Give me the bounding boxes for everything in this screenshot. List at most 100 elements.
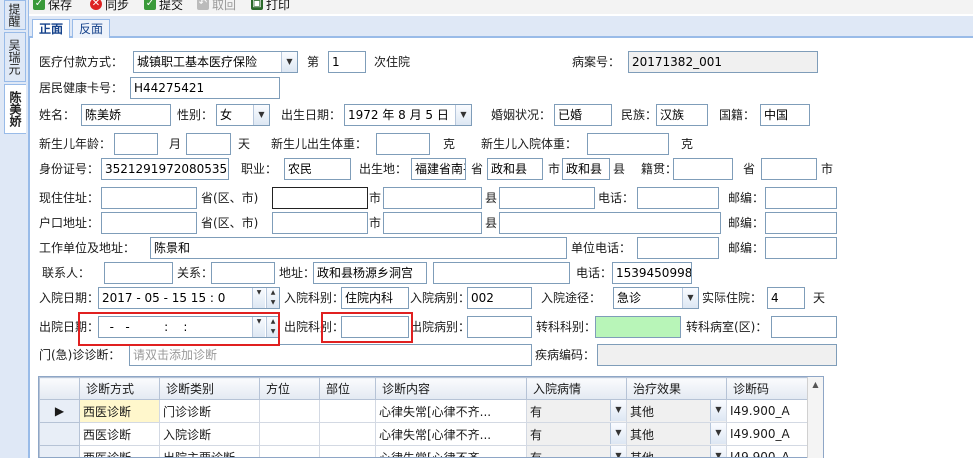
birthplace-city-input[interactable]: 政和县 <box>487 158 543 180</box>
table-row[interactable]: 西医诊断 入院诊断 心律失常[心律不齐... 有 ▼ 其他 ▼ I49.900_A <box>39 422 823 446</box>
cell-category[interactable]: 入院诊断 <box>159 422 260 446</box>
work-zip-input[interactable] <box>765 237 837 259</box>
scroll-up-icon[interactable]: ▲ <box>808 377 823 393</box>
cell-content[interactable]: 心律失常[心律不齐... <box>375 445 527 457</box>
vtab-patient-chen[interactable]: 陈美娇 <box>4 84 26 134</box>
job-input[interactable]: 农民 <box>284 158 351 180</box>
address-input[interactable]: 政和县杨源乡洞宫 <box>313 262 427 284</box>
dob-picker[interactable]: 1972 年 8 月 5 日 ▼ <box>344 104 472 126</box>
cell-method[interactable]: 西医诊断 <box>79 445 160 457</box>
current-phone-input[interactable] <box>637 187 719 209</box>
vtab-reminder[interactable]: 提醒 <box>4 0 26 30</box>
chevron-down-icon[interactable]: ▼ <box>610 400 626 421</box>
contact-input[interactable] <box>104 262 173 284</box>
chevron-down-icon[interactable]: ▼ <box>682 288 698 308</box>
hukou-province-input[interactable] <box>101 212 197 234</box>
tab-back[interactable]: 反面 <box>72 19 111 39</box>
table-row[interactable]: ▶ 西医诊断 门诊诊断 心律失常[心律不齐... 有 ▼ 其他 ▼ I49.900_… <box>39 399 823 423</box>
current-addr-county-input[interactable] <box>383 187 482 209</box>
newborn-admit-weight-input[interactable] <box>587 133 669 155</box>
sync-button[interactable]: ✕ 同步 <box>90 0 129 12</box>
spinner-icon[interactable]: ▲ ▼ <box>266 317 279 337</box>
work-input[interactable]: 陈景和 <box>150 237 567 259</box>
col-header-admit-condition[interactable]: 入院病情 <box>526 377 627 400</box>
native-province-input[interactable] <box>673 158 733 180</box>
col-header-site[interactable]: 部位 <box>319 377 376 400</box>
actual-days-input[interactable]: 4 <box>767 287 805 309</box>
hukou-city-input[interactable] <box>272 212 368 234</box>
col-header-category[interactable]: 诊断类别 <box>159 377 260 400</box>
birthplace-province-input[interactable]: 福建省南平 <box>411 158 466 180</box>
nationality-input[interactable]: 中国 <box>760 104 810 126</box>
cell-effect[interactable]: 其他 ▼ <box>626 445 727 457</box>
calendar-dropdown-icon[interactable]: ▼ <box>455 105 471 125</box>
admit-dept-input[interactable]: 住院内科 <box>341 287 409 309</box>
spinner-icon[interactable]: ▲ ▼ <box>266 288 279 308</box>
admit-date-picker[interactable]: 2017 - 05 - 15 15 : 0 ▼ ▲ ▼ <box>98 287 280 309</box>
hukou-zip-input[interactable] <box>765 212 837 234</box>
relation-input[interactable] <box>211 262 275 284</box>
cell-category[interactable]: 门诊诊断 <box>159 399 260 423</box>
discharge-dept-input[interactable] <box>341 316 409 338</box>
birthplace-county-input[interactable]: 政和县 <box>562 158 610 180</box>
id-input[interactable]: 352129197208053569 <box>101 158 229 180</box>
save-button[interactable]: ✓ 保存 <box>33 0 72 12</box>
chevron-down-icon[interactable]: ▼ <box>610 423 626 444</box>
col-header-method[interactable]: 诊断方式 <box>79 377 160 400</box>
payment-select[interactable]: 城镇职工基本医疗保险 ▼ <box>133 51 298 73</box>
cell-admit-condition[interactable]: 有 ▼ <box>526 445 627 457</box>
discharge-ward-input[interactable] <box>467 316 532 338</box>
cell-site[interactable] <box>319 422 376 446</box>
admit-no-input[interactable]: 1 <box>328 51 366 73</box>
cell-position[interactable] <box>259 399 320 423</box>
native-city-input[interactable] <box>761 158 817 180</box>
cell-position[interactable] <box>259 445 320 457</box>
cell-content[interactable]: 心律失常[心律不齐... <box>375 399 527 423</box>
current-addr-province-input[interactable] <box>101 187 197 209</box>
cell-site[interactable] <box>319 445 376 457</box>
work-phone-input[interactable] <box>637 237 719 259</box>
admit-ward-input[interactable]: 002 <box>467 287 532 309</box>
cell-category[interactable]: 出院主要诊断 <box>159 445 260 457</box>
newborn-age-month-input[interactable] <box>114 133 158 155</box>
cell-content[interactable]: 心律失常[心律不齐... <box>375 422 527 446</box>
col-header-position[interactable]: 方位 <box>259 377 320 400</box>
row-indicator-icon[interactable]: ▶ <box>39 399 80 423</box>
current-zip-input[interactable] <box>765 187 837 209</box>
hukou-detail-input[interactable] <box>499 212 721 234</box>
chevron-down-icon[interactable]: ▼ <box>610 446 626 457</box>
tab-front[interactable]: 正面 <box>32 19 71 40</box>
admit-route-select[interactable]: 急诊 ▼ <box>613 287 699 309</box>
chevron-down-icon[interactable]: ▼ <box>253 105 269 125</box>
row-indicator[interactable] <box>39 445 80 457</box>
chevron-down-icon[interactable]: ▼ <box>281 52 297 72</box>
chevron-down-icon[interactable]: ▼ <box>252 288 265 308</box>
transfer-dept-input[interactable] <box>595 316 681 338</box>
chevron-down-icon[interactable]: ▼ <box>710 423 726 444</box>
hukou-county-input[interactable] <box>383 212 482 234</box>
cell-admit-condition[interactable]: 有 ▼ <box>526 399 627 423</box>
row-indicator[interactable] <box>39 422 80 446</box>
outpatient-diag-input[interactable]: 请双击添加诊断 <box>129 344 532 366</box>
grid-vertical-scrollbar[interactable]: ▲ <box>807 377 823 458</box>
cell-method[interactable]: 西医诊断 <box>79 422 160 446</box>
newborn-age-day-input[interactable] <box>186 133 231 155</box>
marital-input[interactable]: 已婚 <box>554 104 612 126</box>
cell-admit-condition[interactable]: 有 ▼ <box>526 422 627 446</box>
sex-select[interactable]: 女 ▼ <box>216 104 270 126</box>
discharge-date-picker[interactable]: - - : : ▼ ▲ ▼ <box>98 316 280 338</box>
ethnic-input[interactable]: 汉族 <box>656 104 708 126</box>
revoke-button[interactable]: ↶ 取回 <box>197 0 236 12</box>
address-detail-input[interactable] <box>433 262 570 284</box>
vtab-patient-wu[interactable]: 吴瑞元 <box>4 32 26 82</box>
cell-position[interactable] <box>259 422 320 446</box>
current-addr-city-input[interactable] <box>272 187 368 209</box>
cell-effect[interactable]: 其他 ▼ <box>626 399 727 423</box>
cell-site[interactable] <box>319 399 376 423</box>
contact-phone-input[interactable]: 15394509981 <box>612 262 692 284</box>
current-addr-detail-input[interactable] <box>499 187 595 209</box>
print-button[interactable]: ▣ 打印 <box>251 0 290 12</box>
submit-button[interactable]: ✓ 提交 <box>144 0 183 12</box>
chevron-down-icon[interactable]: ▼ <box>710 446 726 457</box>
col-header-effect[interactable]: 治疗效果 <box>626 377 727 400</box>
